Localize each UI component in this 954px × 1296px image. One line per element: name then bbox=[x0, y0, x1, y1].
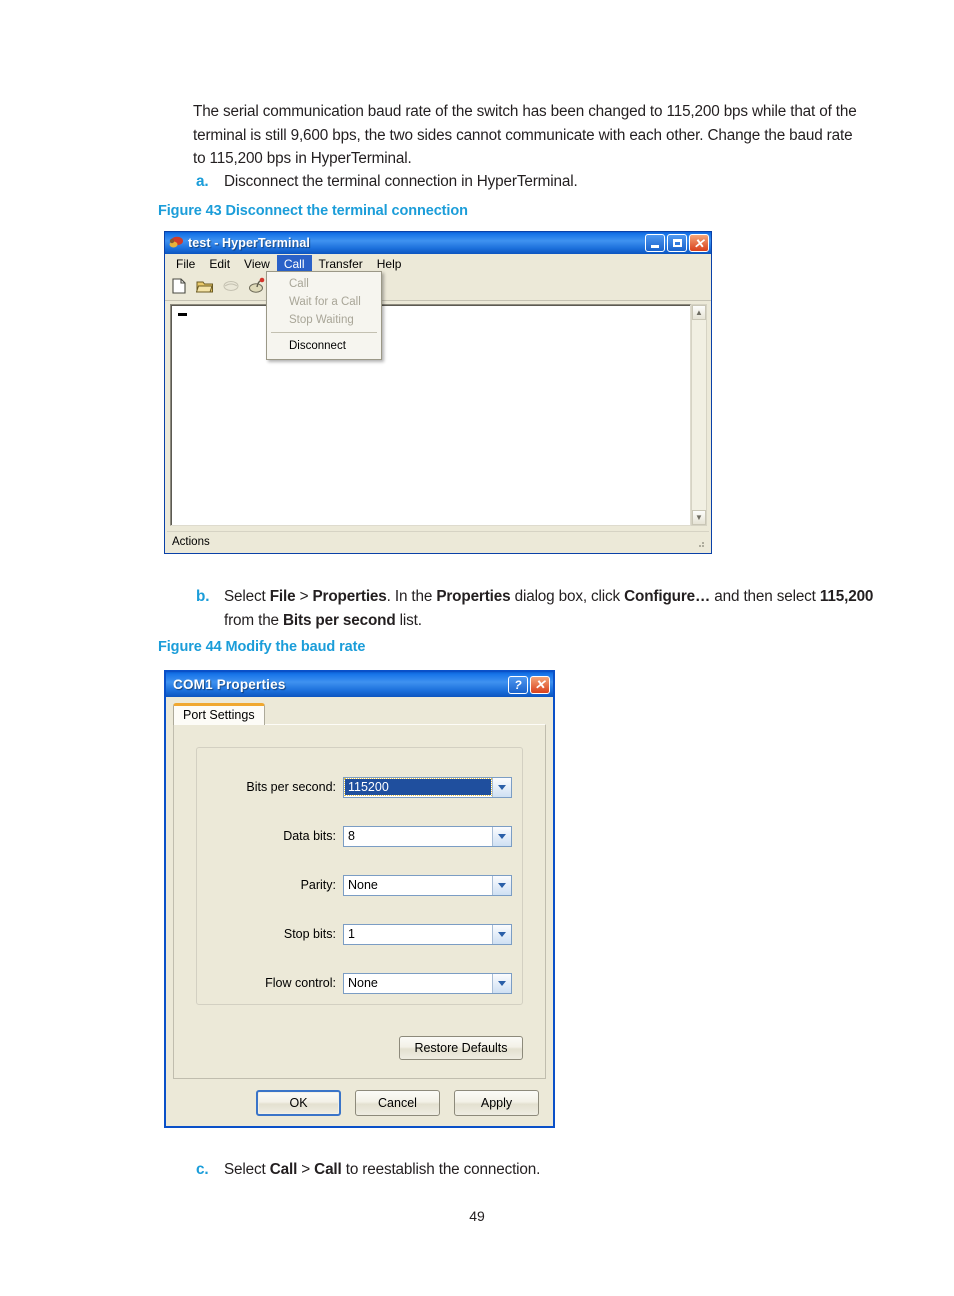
value-stop-bits: 1 bbox=[348, 927, 355, 941]
hyperterminal-title: test - HyperTerminal bbox=[188, 236, 310, 250]
field-stop-bits: Stop bits: 1 bbox=[197, 923, 522, 945]
label-parity: Parity: bbox=[300, 878, 336, 892]
help-icon[interactable]: ? bbox=[508, 675, 528, 694]
disconnect-phone-icon bbox=[222, 277, 242, 297]
hyperterminal-titlebar: test - HyperTerminal ✕ bbox=[165, 232, 711, 254]
combo-stop-bits[interactable]: 1 bbox=[343, 923, 512, 945]
label-flow-control: Flow control: bbox=[265, 976, 336, 990]
close-icon[interactable]: ✕ bbox=[689, 234, 709, 252]
field-flow-control: Flow control: None bbox=[197, 972, 522, 994]
chevron-down-icon[interactable] bbox=[492, 826, 511, 846]
label-stop-bits: Stop bits: bbox=[283, 927, 336, 941]
cancel-button[interactable]: Cancel bbox=[355, 1090, 440, 1116]
step-c-marker: c. bbox=[196, 1161, 209, 1178]
menu-file[interactable]: File bbox=[169, 255, 202, 273]
scroll-down-icon[interactable]: ▼ bbox=[692, 510, 706, 525]
field-bits-per-second: Bits per second: 115200 bbox=[197, 776, 522, 798]
chevron-down-icon[interactable] bbox=[492, 924, 511, 944]
combo-flow-control[interactable]: None bbox=[343, 972, 512, 994]
scroll-up-icon[interactable]: ▲ bbox=[692, 305, 706, 320]
combo-bits-per-second[interactable]: 115200 bbox=[343, 776, 512, 798]
field-data-bits: Data bits: 8 bbox=[197, 825, 522, 847]
dialog-close-icon[interactable]: ✕ bbox=[530, 675, 550, 694]
restore-defaults-button[interactable]: Restore Defaults bbox=[399, 1036, 523, 1060]
new-document-icon[interactable] bbox=[170, 277, 190, 297]
figure-44-caption: Figure 44 Modify the baud rate bbox=[158, 639, 366, 655]
maximize-icon[interactable] bbox=[667, 234, 687, 252]
hyperterminal-statusbar: Actions bbox=[167, 531, 709, 551]
intro-paragraph: The serial communication baud rate of th… bbox=[193, 103, 857, 167]
apply-button[interactable]: Apply bbox=[454, 1090, 539, 1116]
value-bits-per-second: 115200 bbox=[344, 778, 492, 796]
value-flow-control: None bbox=[348, 976, 378, 990]
settings-groupbox: Bits per second: 115200 Data bits: 8 Par… bbox=[196, 747, 523, 1005]
menu-item-wait-for-a-call: Wait for a Call bbox=[289, 296, 361, 308]
call-dropdown-menu: Call Wait for a Call Stop Waiting Discon… bbox=[266, 271, 382, 360]
field-parity: Parity: None bbox=[197, 874, 522, 896]
menu-item-call: Call bbox=[289, 278, 309, 290]
hyperterminal-window-buttons: ✕ bbox=[645, 234, 709, 252]
dialog-window-buttons: ? ✕ bbox=[508, 675, 550, 694]
hyperterminal-window: test - HyperTerminal ✕ File Edit View Ca… bbox=[164, 231, 712, 554]
menu-item-stop-waiting: Stop Waiting bbox=[289, 314, 354, 326]
status-text: Actions bbox=[172, 535, 210, 548]
dialog-title: COM1 Properties bbox=[173, 677, 286, 692]
menu-separator bbox=[271, 332, 377, 333]
step-c-text: Select Call > Call to reestablish the co… bbox=[224, 1161, 541, 1178]
chevron-down-icon[interactable] bbox=[492, 973, 511, 993]
hyperterminal-menubar: File Edit View Call Transfer Help bbox=[165, 254, 711, 274]
figure-43-caption: Figure 43 Disconnect the terminal connec… bbox=[158, 203, 468, 219]
chevron-down-icon[interactable] bbox=[492, 875, 511, 895]
resize-grip-icon[interactable] bbox=[695, 538, 706, 549]
value-data-bits: 8 bbox=[348, 829, 355, 843]
chevron-down-icon[interactable] bbox=[492, 777, 511, 797]
label-data-bits: Data bits: bbox=[283, 829, 336, 843]
step-b: b. Select File > Properties. In the Prop… bbox=[196, 585, 886, 632]
menu-edit[interactable]: Edit bbox=[202, 255, 237, 273]
connect-phone-icon[interactable] bbox=[248, 277, 268, 297]
terminal-cursor bbox=[178, 313, 187, 316]
value-parity: None bbox=[348, 878, 378, 892]
terminal-output-area[interactable] bbox=[170, 304, 691, 526]
dialog-tabstrip: Port Settings bbox=[173, 703, 265, 725]
hyperterminal-app-icon bbox=[168, 235, 184, 251]
open-folder-icon[interactable] bbox=[195, 277, 216, 297]
document-page: The serial communication baud rate of th… bbox=[0, 0, 954, 1296]
label-bits-per-second: Bits per second: bbox=[246, 780, 336, 794]
dialog-button-row: OK Cancel Apply bbox=[166, 1090, 553, 1116]
step-c: c. Select Call > Call to reestablish the… bbox=[196, 1158, 886, 1182]
step-b-marker: b. bbox=[196, 588, 210, 605]
hyperterminal-toolbar bbox=[165, 274, 711, 301]
combo-parity[interactable]: None bbox=[343, 874, 512, 896]
terminal-scrollbar[interactable]: ▲ ▼ bbox=[691, 304, 707, 526]
dialog-titlebar: COM1 Properties ? ✕ bbox=[166, 672, 553, 697]
tab-port-settings[interactable]: Port Settings bbox=[173, 703, 265, 725]
ok-button[interactable]: OK bbox=[256, 1090, 341, 1116]
minimize-icon[interactable] bbox=[645, 234, 665, 252]
step-a-marker: a. bbox=[196, 173, 209, 190]
combo-data-bits[interactable]: 8 bbox=[343, 825, 512, 847]
page-number: 49 bbox=[469, 1208, 485, 1224]
hyperterminal-client-area: ▲ ▼ bbox=[167, 302, 709, 529]
menu-item-disconnect[interactable]: Disconnect bbox=[267, 337, 381, 355]
step-a: a. Disconnect the terminal connection in… bbox=[196, 170, 886, 194]
port-settings-panel: Bits per second: 115200 Data bits: 8 Par… bbox=[173, 724, 546, 1079]
com1-properties-dialog: COM1 Properties ? ✕ Port Settings Bits p… bbox=[164, 670, 555, 1128]
step-b-text: Select File > Properties. In the Propert… bbox=[224, 588, 874, 629]
step-a-text: Disconnect the terminal connection in Hy… bbox=[224, 173, 578, 190]
